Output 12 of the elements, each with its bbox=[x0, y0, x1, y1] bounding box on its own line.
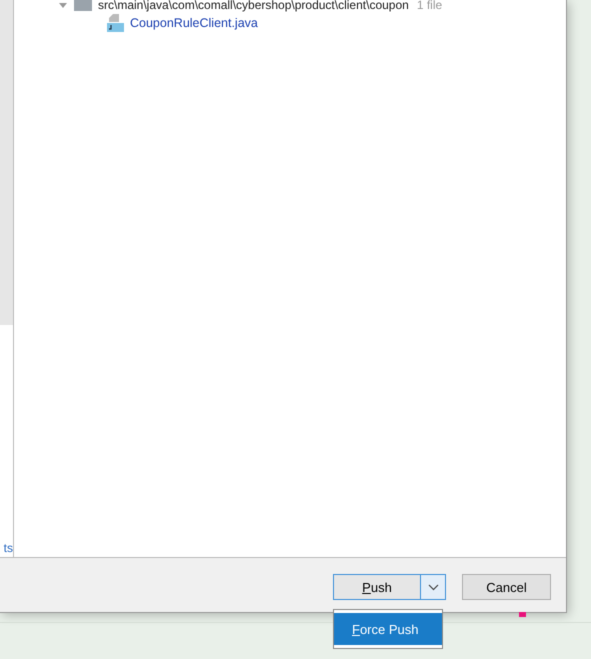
cancel-button[interactable]: Cancel bbox=[462, 574, 551, 600]
scrollbar[interactable] bbox=[0, 0, 13, 325]
folder-path: src\main\java\com\comall\cybershop\product\client\coupon bbox=[98, 0, 409, 12]
dropdown-caret-icon[interactable] bbox=[421, 575, 445, 599]
folder-icon bbox=[74, 0, 92, 11]
menu-item[interactable]: Force Push bbox=[334, 613, 442, 645]
panel-text: ts bbox=[2, 541, 13, 555]
file-name[interactable]: CouponRuleClient.java bbox=[130, 16, 258, 30]
marker bbox=[519, 612, 526, 617]
file-count: 1 file bbox=[416, 0, 442, 12]
java-file-icon bbox=[107, 14, 124, 32]
expand-arrow-icon[interactable] bbox=[58, 0, 68, 10]
